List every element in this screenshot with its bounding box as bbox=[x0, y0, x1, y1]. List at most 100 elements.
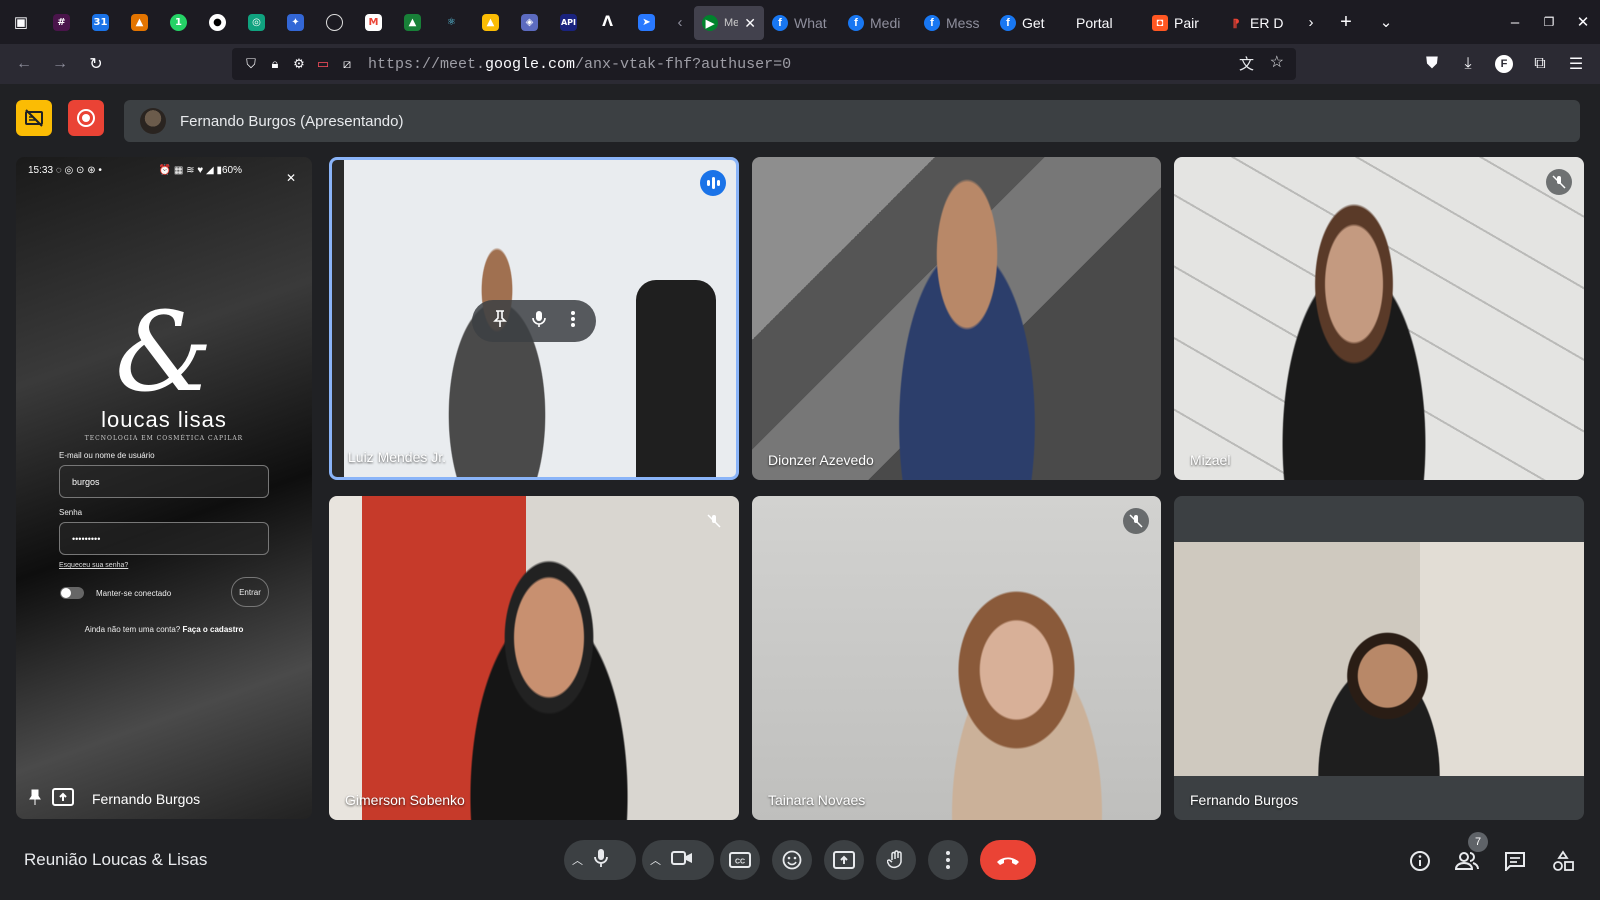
hang-up-icon bbox=[997, 857, 1019, 865]
pin-icon[interactable] bbox=[492, 309, 507, 333]
no-captions-icon[interactable] bbox=[16, 100, 52, 136]
list-tabs-icon[interactable]: ⌄ bbox=[1366, 0, 1406, 44]
er-favicon-icon: ⁋ bbox=[1232, 17, 1240, 30]
tab-facebook-3[interactable]: f Mess bbox=[916, 6, 992, 40]
tab-overview-icon[interactable]: ▣ bbox=[0, 0, 42, 44]
pinned-tab-drive-color[interactable]: ▲ bbox=[120, 0, 159, 44]
back-icon[interactable]: ← bbox=[6, 48, 42, 80]
participant-name: Fernando Burgos bbox=[1190, 792, 1299, 808]
tabs-scroll-left-icon[interactable]: ‹ bbox=[666, 0, 694, 44]
loucas-lisas-logo: & loucas lisas TECNOLOGIA EM COSMÉTICA C… bbox=[84, 288, 244, 442]
meeting-details-button[interactable] bbox=[1405, 846, 1435, 876]
tab-pair[interactable]: ◘ Pair bbox=[1144, 6, 1220, 40]
facebook-icon: f bbox=[772, 15, 788, 31]
screen-share-tile[interactable]: 15:33 ◌ ◎ ⊙ ⊛ • ⏰ ▦ ≋ ♥ ◢ ▮60% ✕ & louca… bbox=[16, 157, 312, 819]
forward-icon[interactable]: → bbox=[42, 48, 78, 80]
pinned-tab-arrow[interactable]: ➤ bbox=[627, 0, 666, 44]
mic-toggle-button[interactable] bbox=[593, 848, 609, 873]
pin-icon[interactable] bbox=[28, 789, 42, 810]
more-options-icon[interactable] bbox=[571, 310, 576, 332]
mic-icon[interactable] bbox=[532, 310, 546, 333]
permissions-icon[interactable]: ⚙ bbox=[288, 53, 310, 75]
pinned-tab-drive[interactable]: ▲ bbox=[393, 0, 432, 44]
tab-portal[interactable]: Portal bbox=[1068, 6, 1144, 40]
lock-icon[interactable]: 🔒︎ bbox=[264, 53, 286, 75]
tab-facebook-2[interactable]: f Medi bbox=[840, 6, 916, 40]
participant-tile-luiz[interactable]: Luiz Mendes Jr. bbox=[329, 157, 739, 480]
participant-tile-dionzer[interactable]: Dionzer Azevedo bbox=[752, 157, 1161, 480]
toolbar-right: ⛊ ⤓ F ⧉ ☰ bbox=[1414, 48, 1594, 80]
tab-facebook-1[interactable]: f What bbox=[764, 6, 840, 40]
url-text[interactable]: https://meet.google.com/anx-vtak-fhf?aut… bbox=[368, 56, 791, 73]
downloads-icon[interactable]: ⤓ bbox=[1450, 48, 1486, 80]
account-icon[interactable]: F bbox=[1486, 48, 1522, 80]
keep-connected-toggle bbox=[60, 587, 84, 599]
recording-icon[interactable] bbox=[68, 100, 104, 136]
captions-button[interactable]: CC bbox=[720, 840, 760, 880]
restore-icon[interactable]: ❐ bbox=[1532, 0, 1566, 44]
captions-icon: CC bbox=[729, 852, 751, 868]
present-icon bbox=[833, 851, 855, 869]
pinned-tab-chatgpt[interactable]: ◎ bbox=[237, 0, 276, 44]
username-label: E-mail ou nome de usuário bbox=[59, 451, 155, 460]
screen-sharing-icon[interactable]: ⧄ bbox=[336, 53, 358, 75]
info-icon bbox=[1410, 851, 1430, 871]
translate-icon[interactable]: 文 bbox=[1239, 53, 1254, 74]
participant-video bbox=[1254, 197, 1454, 480]
participant-video bbox=[872, 177, 1062, 480]
pocket-icon[interactable]: ⛊ bbox=[1414, 48, 1450, 80]
extensions-icon[interactable]: ⧉ bbox=[1522, 48, 1558, 80]
participant-tile-mizael[interactable]: Mizael bbox=[1174, 157, 1584, 480]
raise-hand-button[interactable] bbox=[876, 840, 916, 880]
present-now-button[interactable] bbox=[824, 840, 864, 880]
tab-facebook-4[interactable]: f Get bbox=[992, 6, 1068, 40]
pinned-tab-app[interactable]: ✦ bbox=[276, 0, 315, 44]
pinned-tab-chip[interactable]: ◈ bbox=[510, 0, 549, 44]
participant-tile-fernando[interactable]: Fernando Burgos bbox=[1174, 496, 1584, 820]
reload-icon[interactable]: ↻ bbox=[78, 48, 114, 80]
more-options-button[interactable] bbox=[928, 840, 968, 880]
minimize-icon[interactable]: – bbox=[1498, 0, 1532, 44]
pinned-tab-arch[interactable]: Λ bbox=[588, 0, 627, 44]
facebook-icon: f bbox=[848, 15, 864, 31]
pinned-tab-whatsapp[interactable]: 1 bbox=[159, 0, 198, 44]
window-close-icon[interactable]: ✕ bbox=[1566, 0, 1600, 44]
present-icon[interactable] bbox=[52, 787, 74, 811]
url-bar[interactable]: ⛉ 🔒︎ ⚙ ▭ ⧄ https://meet.google.com/anx-v… bbox=[232, 48, 1296, 80]
presenting-banner[interactable]: Fernando Burgos (Apresentando) bbox=[124, 100, 1580, 142]
pinned-tab-slack[interactable]: # bbox=[42, 0, 81, 44]
tab-er[interactable]: ⁋ ER D bbox=[1220, 6, 1296, 40]
video-options-chevron-icon[interactable]: ︿ bbox=[650, 852, 661, 868]
participant-tile-tainara[interactable]: Tainara Novaes bbox=[752, 496, 1161, 820]
participant-name: Luiz Mendes Jr. bbox=[348, 449, 447, 465]
camera-toggle-button[interactable] bbox=[671, 850, 693, 871]
camera-sharing-icon[interactable]: ▭ bbox=[312, 53, 334, 75]
participant-name: Dionzer Azevedo bbox=[768, 452, 874, 468]
tab-google-meet[interactable]: ▶ Me PL ✕ bbox=[694, 6, 764, 40]
activities-button[interactable] bbox=[1548, 846, 1578, 876]
pinned-tab-adsense[interactable]: ▲ bbox=[471, 0, 510, 44]
reactions-button[interactable] bbox=[772, 840, 812, 880]
pinned-tab-calendar[interactable]: 31 bbox=[81, 0, 120, 44]
leave-call-button[interactable] bbox=[980, 840, 1036, 880]
pinned-tab-globe[interactable] bbox=[315, 0, 354, 44]
tabs-scroll-right-icon[interactable]: › bbox=[1296, 0, 1326, 44]
activities-icon bbox=[1553, 850, 1574, 871]
pinned-tab-gmail[interactable]: M bbox=[354, 0, 393, 44]
mic-off-icon: ✕ bbox=[285, 171, 296, 185]
participant-tile-gimerson[interactable]: Gimerson Sobenko bbox=[329, 496, 739, 820]
participant-video bbox=[422, 240, 572, 477]
participant-video bbox=[439, 536, 659, 820]
pinned-tab-github[interactable]: ● bbox=[198, 0, 237, 44]
browser-nav-bar: ← → ↻ ⛉ 🔒︎ ⚙ ▭ ⧄ https://meet.google.com… bbox=[0, 44, 1600, 84]
bookmark-star-icon[interactable]: ☆ bbox=[1270, 52, 1284, 72]
tracking-protection-icon[interactable]: ⛉ bbox=[240, 53, 262, 75]
new-tab-icon[interactable]: + bbox=[1326, 0, 1366, 44]
people-button[interactable]: 7 bbox=[1452, 832, 1488, 876]
chat-button[interactable] bbox=[1500, 846, 1530, 876]
pinned-tab-react[interactable]: ⚛ bbox=[432, 0, 471, 44]
audio-options-chevron-icon[interactable]: ︿ bbox=[572, 852, 583, 868]
menu-icon[interactable]: ☰ bbox=[1558, 48, 1594, 80]
close-tab-icon[interactable]: ✕ bbox=[744, 15, 756, 32]
pinned-tab-api[interactable]: API bbox=[549, 0, 588, 44]
